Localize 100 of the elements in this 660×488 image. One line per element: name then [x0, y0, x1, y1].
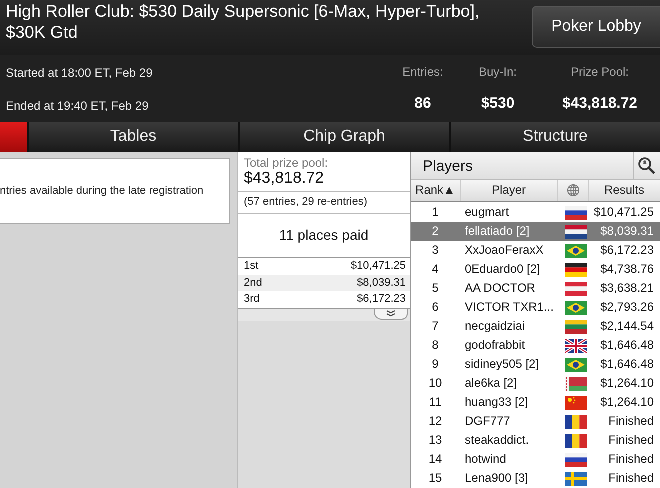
flag-icon	[565, 244, 587, 258]
window-title: High Roller Club: $530 Daily Supersonic [6-Max, Hyper-Turbo], $30K Gtd	[5, 1, 481, 43]
stat-value: $530	[481, 95, 515, 112]
player-row[interactable]: 6 VICTOR TXR1... $2,793.26	[411, 298, 660, 317]
rank-cell-text: 2	[431, 223, 440, 240]
payout-place: 1st	[244, 259, 259, 274]
player-name: necgaidziai	[464, 318, 526, 335]
player-name: VICTOR TXR1...	[464, 299, 555, 316]
flag-icon	[565, 338, 587, 352]
rank-cell-text: 10	[428, 375, 444, 392]
result-cell-text: $3,638.21	[600, 280, 655, 297]
column-header[interactable]: Player	[461, 180, 558, 201]
info-text: ntries available during the late registration	[0, 185, 204, 197]
player-row[interactable]: 2 fellatiado [2] $8,039.31	[411, 222, 660, 241]
player-row[interactable]: 4 0Eduardo0 [2] $4,738.76	[411, 260, 660, 279]
player-name: sidiney505 [2]	[464, 356, 540, 373]
flag-icon	[565, 300, 587, 314]
player-row[interactable]: 7 necgaidziai $2,144.54	[411, 317, 660, 336]
player-row[interactable]: 14 hotwind Finished	[411, 450, 660, 469]
result-cell-text: Finished	[608, 432, 655, 449]
double-chevron-icon	[386, 310, 396, 317]
flag-icon	[565, 282, 587, 296]
result-cell-text: $4,738.76	[600, 261, 655, 278]
result-cell-text: Finished	[608, 413, 655, 430]
player-name: AA DOCTOR	[464, 280, 536, 297]
prize-pool-amount: $43,818.72	[244, 170, 326, 188]
flag-icon	[565, 206, 587, 220]
payout-place: 3rd	[244, 292, 260, 307]
player-name: fellatiado [2]	[464, 223, 531, 240]
player-row[interactable]: 9 sidiney505 [2] $1,646.48	[411, 355, 660, 374]
player-name: XxJoaoFeraxX	[464, 242, 545, 259]
rank-cell-text: 3	[431, 242, 440, 259]
player-name: godofrabbit	[464, 337, 526, 354]
column-header[interactable]: Results	[589, 180, 660, 201]
flag-icon	[565, 358, 587, 372]
tab[interactable]: Structure	[451, 122, 660, 152]
player-row[interactable]: 5 AA DOCTOR $3,638.21	[411, 279, 660, 298]
result-cell-text: $10,471.25	[592, 204, 655, 221]
player-row[interactable]: 13 steakaddict. Finished	[411, 431, 660, 450]
flag-icon	[565, 396, 587, 410]
tab[interactable]: Tables	[29, 122, 238, 152]
payout-amount: $10,471.25	[350, 259, 406, 274]
entries-text: (57 entries, 29 re-entries)	[238, 192, 410, 214]
player-name: eugmart	[464, 204, 510, 221]
flag-icon	[565, 376, 587, 390]
result-cell-text: $1,646.48	[600, 356, 655, 373]
places-paid-text: 11 places paid	[238, 214, 410, 258]
flag-icon	[565, 320, 587, 334]
rank-cell-text: 12	[428, 413, 444, 430]
time-text: Started at 18:00 ET, Feb 29	[6, 66, 154, 80]
flag-icon	[565, 434, 587, 448]
result-cell-text: Finished	[608, 451, 655, 468]
rank-cell-text: 15	[428, 470, 444, 487]
result-cell-text: $1,646.48	[600, 337, 655, 354]
result-cell-text: $8,039.31	[600, 223, 655, 240]
rank-cell-text: 11	[428, 394, 443, 411]
rank-cell-text: 14	[428, 451, 444, 468]
player-row[interactable]: 10 ale6ka [2] $1,264.10	[411, 374, 660, 393]
player-row[interactable]: 15 Lena900 [3] Finished	[411, 469, 660, 488]
column-header[interactable]: Rank▲	[411, 180, 461, 201]
stat-value: $43,818.72	[562, 95, 638, 112]
player-row[interactable]: 11 huang33 [2] $1,264.10	[411, 393, 660, 412]
rank-cell-text: 6	[431, 299, 440, 316]
player-name: DGF777	[464, 413, 512, 430]
stat-label: Prize Pool:	[570, 65, 630, 79]
rank-cell-text: 4	[431, 261, 440, 278]
flag-icon	[565, 414, 587, 428]
prize-pool-label: Total prize pool:	[244, 156, 330, 170]
flag-icon	[565, 262, 587, 276]
players-title: Players	[422, 157, 474, 177]
rank-cell-text: 1	[431, 204, 440, 221]
time-text: Ended at 19:40 ET, Feb 29	[6, 98, 150, 113]
flag-icon	[565, 224, 587, 238]
result-cell-text: Finished	[608, 470, 655, 487]
stat-label: Entries:	[402, 65, 444, 79]
stat-label: Buy-In:	[478, 65, 517, 79]
tab[interactable]: Chip Graph	[240, 122, 449, 152]
rank-cell-text: 8	[431, 337, 440, 354]
stat-value: 86	[414, 95, 432, 112]
result-cell-text: $6,172.23	[600, 242, 655, 259]
player-name: hotwind	[464, 451, 508, 468]
poker-lobby-button[interactable]: Poker Lobby	[532, 6, 660, 48]
player-name: ale6ka [2]	[464, 375, 518, 392]
result-cell-text: $1,264.10	[600, 375, 655, 392]
player-row[interactable]: 12 DGF777 Finished	[411, 412, 660, 431]
flag-icon	[565, 472, 587, 486]
player-name: huang33 [2]	[464, 394, 530, 411]
player-name: 0Eduardo0 [2]	[464, 261, 542, 278]
expand-button[interactable]	[374, 308, 408, 320]
payout-place: 2nd	[244, 276, 262, 290]
player-row[interactable]: 3 XxJoaoFeraxX $6,172.23	[411, 241, 660, 260]
result-cell-text: $2,793.26	[600, 299, 655, 316]
rank-cell-text: 9	[431, 356, 440, 373]
result-cell-text: $2,144.54	[600, 318, 655, 335]
player-row[interactable]: 8 godofrabbit $1,646.48	[411, 336, 660, 355]
player-name: Lena900 [3]	[464, 470, 530, 487]
rank-cell-text: 7	[431, 318, 440, 335]
rank-cell-text: 5	[431, 280, 440, 297]
payout-amount: $6,172.23	[357, 292, 406, 307]
player-row[interactable]: 1 eugmart $10,471.25	[411, 203, 660, 222]
